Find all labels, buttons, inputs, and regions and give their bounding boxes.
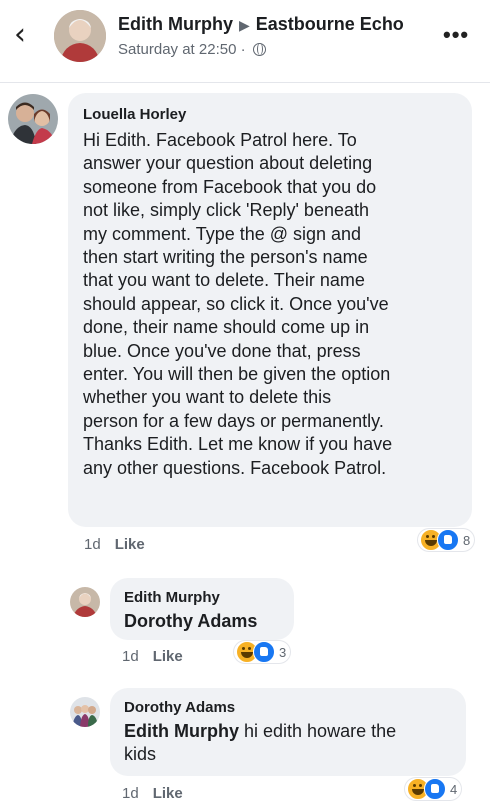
reaction-summary[interactable]: 8: [418, 529, 475, 551]
reaction-count: 4: [450, 781, 458, 797]
comment-actions: 1d Like: [122, 648, 197, 665]
page-name[interactable]: Eastbourne Echo: [256, 14, 404, 34]
comment-text-line: then start writing the person's name: [83, 247, 368, 268]
comment-text: Hi Edith. Facebook Patrol here. To answer…: [83, 129, 468, 480]
comment-author[interactable]: Louella Horley: [83, 106, 186, 123]
like-button[interactable]: Like: [153, 785, 183, 802]
avatar[interactable]: [70, 587, 100, 617]
comment-text-line: whether you want to delete this: [83, 387, 332, 408]
globe-icon: [252, 43, 266, 56]
comment-author[interactable]: Edith Murphy: [124, 589, 220, 606]
comment-time[interactable]: 1d: [122, 785, 139, 802]
comment-text-line: any other questions. Facebook Patrol.: [83, 457, 387, 478]
comment-time[interactable]: 1d: [84, 536, 101, 553]
avatar[interactable]: [70, 697, 100, 727]
comment-text: Edith Murphy hi edith howare the kids: [124, 720, 454, 767]
comment-text-line: that you want to delete. Their name: [83, 270, 365, 291]
comment-text-line: hi edith howare the: [239, 721, 397, 741]
comment-actions: 1d Like: [84, 536, 159, 553]
reply-bubble: Dorothy Adams Edith Murphy hi edith howa…: [110, 688, 466, 776]
reaction-summary[interactable]: 4: [405, 778, 462, 800]
post-timestamp[interactable]: Saturday at 22:50 ·: [118, 41, 246, 58]
comment-time[interactable]: 1d: [122, 648, 139, 665]
like-button[interactable]: Like: [115, 536, 145, 553]
comment-text-line: Hi Edith. Facebook Patrol here. To: [83, 130, 357, 150]
avatar[interactable]: [8, 94, 58, 144]
reaction-count: 3: [279, 644, 287, 660]
comment-bubble: Louella Horley Hi Edith. Facebook Patrol…: [68, 93, 472, 527]
mention-link[interactable]: Edith Murphy: [124, 721, 239, 741]
reaction-count: 8: [463, 532, 471, 548]
like-button[interactable]: Like: [153, 648, 183, 665]
comment-author[interactable]: Dorothy Adams: [124, 699, 235, 716]
comment-text-line: Thanks Edith. Let me know if you have: [83, 434, 393, 455]
post-header: ‹ Edith Murphy ▶ Eastbourne Echo Saturday …: [0, 0, 490, 83]
comment-text-line: answer your question about deleting: [83, 153, 373, 174]
comment-text-line: person for a few days or permanently.: [83, 410, 384, 431]
comment-text-line: blue. Once you've done that, press: [83, 340, 361, 361]
back-chevron-icon[interactable]: ‹: [14, 20, 26, 50]
comment-text-line: kids: [124, 744, 157, 765]
triangle-right-icon: ▶: [239, 18, 250, 34]
post-meta: Saturday at 22:50 ·: [118, 41, 266, 58]
like-reaction-icon: [424, 778, 446, 800]
comment-text-line: my comment. Type the @ sign and: [83, 223, 362, 244]
avatar[interactable]: [54, 10, 106, 62]
mention-link[interactable]: Dorothy Adams: [124, 611, 257, 631]
reaction-summary[interactable]: 3: [234, 641, 291, 663]
like-reaction-icon: [253, 641, 275, 663]
comment-text-line: should appear, so click it. Once you've: [83, 293, 389, 314]
reply-bubble: Edith Murphy Dorothy Adams: [110, 578, 294, 640]
comment-text-line: not like, simply click 'Reply' beneath: [83, 200, 369, 221]
comment-text: Dorothy Adams: [124, 610, 257, 633]
more-dots-icon[interactable]: •••: [443, 22, 469, 48]
comment-text-line: someone from Facebook that you do: [83, 176, 377, 197]
comment-text-line: enter. You will then be given the option: [83, 364, 391, 385]
comment-actions: 1d Like: [122, 785, 197, 802]
like-reaction-icon: [437, 529, 459, 551]
post-author[interactable]: Edith Murphy: [118, 14, 233, 34]
post-title: Edith Murphy ▶ Eastbourne Echo: [118, 14, 404, 35]
comment-text-line: done, their name should come up in: [83, 317, 370, 338]
